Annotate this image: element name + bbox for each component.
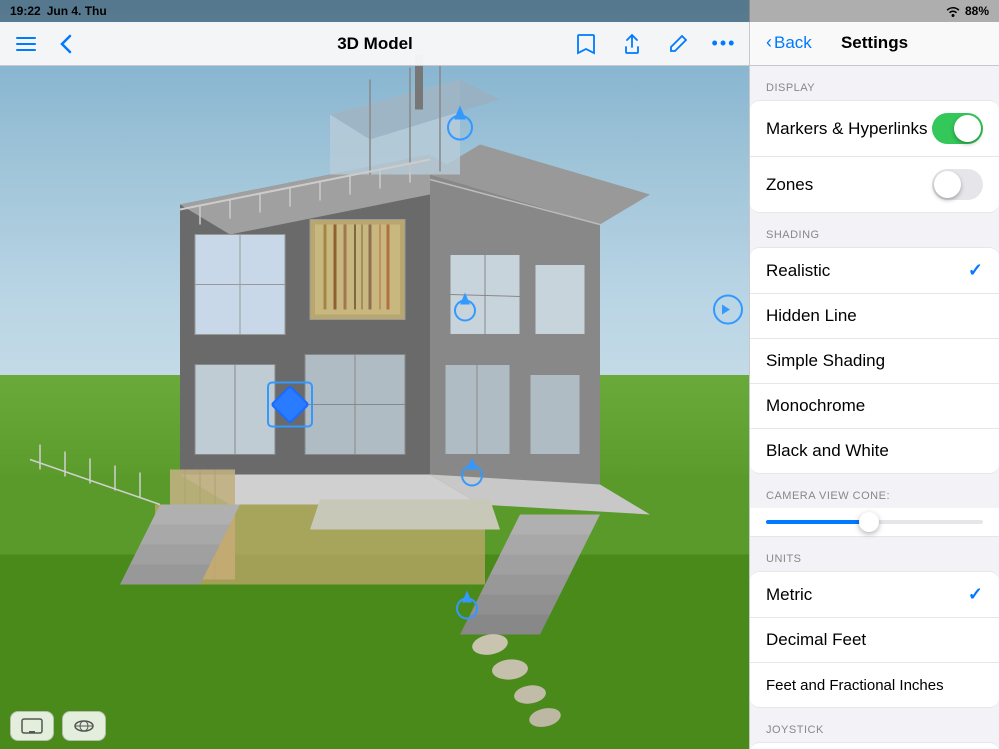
left-handed-row[interactable]: Left-handed bbox=[750, 743, 999, 749]
zones-toggle-thumb bbox=[934, 171, 961, 198]
realistic-label: Realistic bbox=[766, 261, 830, 281]
camera-slider-fill bbox=[766, 520, 864, 524]
page-title: 3D Model bbox=[337, 34, 413, 54]
back-button[interactable] bbox=[50, 28, 82, 60]
shading-section-header: SHADING bbox=[750, 213, 999, 247]
hidden-line-row[interactable]: Hidden Line bbox=[750, 294, 999, 339]
time: 19:22 bbox=[10, 4, 41, 18]
display-section-header: DISPLAY bbox=[750, 66, 999, 100]
camera-slider-thumb[interactable] bbox=[859, 512, 879, 532]
settings-panel: ‹ Back Settings DISPLAY Markers & Hyperl… bbox=[749, 0, 999, 749]
more-options-button[interactable]: ••• bbox=[708, 28, 740, 60]
decimal-feet-row[interactable]: Decimal Feet bbox=[750, 618, 999, 663]
camera-view-cone-header: CAMERA VIEW CONE: bbox=[750, 474, 999, 508]
layout-view-button[interactable] bbox=[62, 711, 106, 741]
hamburger-menu-button[interactable] bbox=[10, 28, 42, 60]
top-toolbar: 3D Model ••• bbox=[0, 22, 750, 66]
display-settings-group: Markers & Hyperlinks Zones bbox=[750, 100, 999, 213]
camera-slider-container bbox=[750, 508, 999, 537]
screen-view-button[interactable] bbox=[10, 711, 54, 741]
fractional-inches-label: Feet and Fractional Inches bbox=[766, 677, 944, 694]
metric-row[interactable]: Metric ✓ bbox=[750, 572, 999, 618]
camera-slider-track[interactable] bbox=[766, 520, 983, 524]
realistic-checkmark: ✓ bbox=[968, 260, 983, 281]
wifi-icon bbox=[945, 5, 961, 17]
units-settings-group: Metric ✓ Decimal Feet Feet and Fractiona… bbox=[750, 571, 999, 708]
viewport bbox=[0, 0, 750, 749]
toolbar-right-controls: ••• bbox=[570, 28, 740, 60]
markers-label: Markers & Hyperlinks bbox=[766, 119, 928, 139]
black-white-label: Black and White bbox=[766, 441, 889, 461]
back-label: Back bbox=[774, 33, 812, 53]
battery-level: 88% bbox=[965, 4, 989, 18]
metric-label: Metric bbox=[766, 585, 812, 605]
simple-shading-row[interactable]: Simple Shading bbox=[750, 339, 999, 384]
decimal-feet-label: Decimal Feet bbox=[766, 630, 866, 650]
zones-toggle[interactable] bbox=[932, 169, 983, 200]
status-bar-right: 88% bbox=[945, 4, 989, 18]
day: Jun 4. Thu bbox=[47, 4, 107, 18]
settings-title: Settings bbox=[841, 33, 908, 53]
status-bar-left: 19:22 Jun 4. Thu bbox=[10, 4, 107, 18]
realistic-row[interactable]: Realistic ✓ bbox=[750, 248, 999, 294]
markers-toggle[interactable] bbox=[932, 113, 983, 144]
zones-row[interactable]: Zones bbox=[750, 157, 999, 212]
metric-checkmark: ✓ bbox=[968, 584, 983, 605]
zones-label: Zones bbox=[766, 175, 813, 195]
bookmark-button[interactable] bbox=[570, 28, 602, 60]
markers-toggle-thumb bbox=[954, 115, 981, 142]
building-3d-model bbox=[0, 0, 750, 749]
hidden-line-label: Hidden Line bbox=[766, 306, 857, 326]
shading-settings-group: Realistic ✓ Hidden Line Simple Shading M… bbox=[750, 247, 999, 474]
status-bar: 19:22 Jun 4. Thu 88% bbox=[0, 0, 999, 22]
simple-shading-label: Simple Shading bbox=[766, 351, 885, 371]
joystick-settings-group: Left-handed bbox=[750, 742, 999, 749]
settings-back-button[interactable]: ‹ Back bbox=[766, 32, 812, 53]
joystick-section-header: JOYSTICK bbox=[750, 708, 999, 742]
fractional-inches-row[interactable]: Feet and Fractional Inches bbox=[750, 663, 999, 707]
bottom-toolbar bbox=[10, 711, 106, 741]
monochrome-label: Monochrome bbox=[766, 396, 865, 416]
pencil-button[interactable] bbox=[662, 28, 694, 60]
toolbar-left-controls bbox=[10, 28, 82, 60]
units-section-header: UNITS bbox=[750, 537, 999, 571]
markers-hyperlinks-row[interactable]: Markers & Hyperlinks bbox=[750, 101, 999, 157]
back-chevron-icon: ‹ bbox=[766, 32, 772, 53]
monochrome-row[interactable]: Monochrome bbox=[750, 384, 999, 429]
share-button[interactable] bbox=[616, 28, 648, 60]
black-white-row[interactable]: Black and White bbox=[750, 429, 999, 473]
